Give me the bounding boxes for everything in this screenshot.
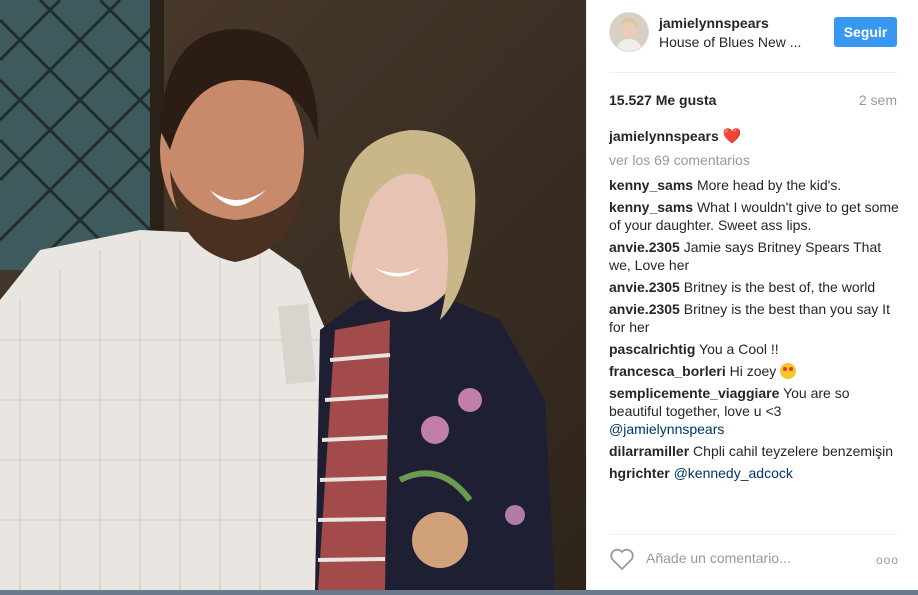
author-username[interactable]: jamielynnspears: [659, 15, 769, 31]
comment-text: Chpli cahil teyzelere benzemişin: [693, 443, 894, 459]
list-item: anvie.2305 Britney is the best than you …: [609, 300, 899, 336]
divider: [609, 72, 897, 73]
caption-username[interactable]: jamielynnspears: [609, 128, 719, 144]
comment-footer: Añade un comentario... ooo: [587, 537, 918, 583]
comments-list: jamielynnspears ❤️ ver los 69 comentario…: [609, 127, 899, 525]
comment-mention[interactable]: @jamielynnspears: [609, 421, 724, 437]
post-location[interactable]: House of Blues New ...: [659, 34, 801, 50]
comment-username[interactable]: pascalrichtig: [609, 341, 695, 357]
comment-username[interactable]: anvie.2305: [609, 279, 680, 295]
comment-username[interactable]: dilarramiller: [609, 443, 689, 459]
list-item: dilarramiller Chpli cahil teyzelere benz…: [609, 442, 899, 460]
follow-button[interactable]: Seguir: [834, 17, 897, 47]
comment-username[interactable]: francesca_borleri: [609, 363, 726, 379]
comment-mention[interactable]: @kennedy_adcock: [674, 465, 793, 481]
caption: jamielynnspears ❤️: [609, 127, 899, 146]
list-item: hgrichter @kennedy_adcock: [609, 464, 899, 482]
post-timestamp[interactable]: 2 sem: [859, 92, 897, 108]
heart-eyes-emoji-icon: [780, 363, 797, 379]
comment-text: Britney is the best of, the world: [683, 279, 876, 295]
add-comment-input[interactable]: Añade un comentario...: [646, 550, 791, 566]
list-item: francesca_borleri Hi zoey: [609, 362, 899, 380]
heart-emoji-icon: ❤️: [722, 128, 742, 145]
list-item: anvie.2305 Jamie says Britney Spears Tha…: [609, 238, 899, 274]
comment-text: Hi zoey: [729, 363, 777, 379]
more-options-icon[interactable]: ooo: [876, 553, 899, 567]
heart-outline-icon[interactable]: [609, 547, 635, 571]
comment-username[interactable]: kenny_sams: [609, 177, 693, 193]
list-item: semplicemente_viaggiare You are so beaut…: [609, 384, 899, 438]
comment-username[interactable]: hgrichter: [609, 465, 670, 481]
list-item: anvie.2305 Britney is the best of, the w…: [609, 278, 899, 296]
list-item: kenny_sams More head by the kid's.: [609, 176, 899, 194]
post-side-panel: jamielynnspears House of Blues New ... S…: [586, 0, 918, 590]
post-header: jamielynnspears House of Blues New ... S…: [587, 0, 918, 64]
comment-username[interactable]: semplicemente_viaggiare: [609, 385, 779, 401]
comment-text: You a Cool !!: [699, 341, 779, 357]
window-bottom-edge: [0, 590, 918, 595]
list-item: pascalrichtig You a Cool !!: [609, 340, 899, 358]
comment-username[interactable]: kenny_sams: [609, 199, 693, 215]
comment-text: More head by the kid's.: [696, 177, 842, 193]
post-photo[interactable]: [0, 0, 586, 590]
like-count[interactable]: 15.527 Me gusta: [609, 92, 716, 108]
view-all-comments-link[interactable]: ver los 69 comentarios: [609, 151, 899, 169]
comment-username[interactable]: anvie.2305: [609, 239, 680, 255]
divider: [609, 534, 897, 535]
list-item: kenny_sams What I wouldn't give to get s…: [609, 198, 899, 234]
comment-username[interactable]: anvie.2305: [609, 301, 680, 317]
avatar[interactable]: [609, 12, 649, 52]
